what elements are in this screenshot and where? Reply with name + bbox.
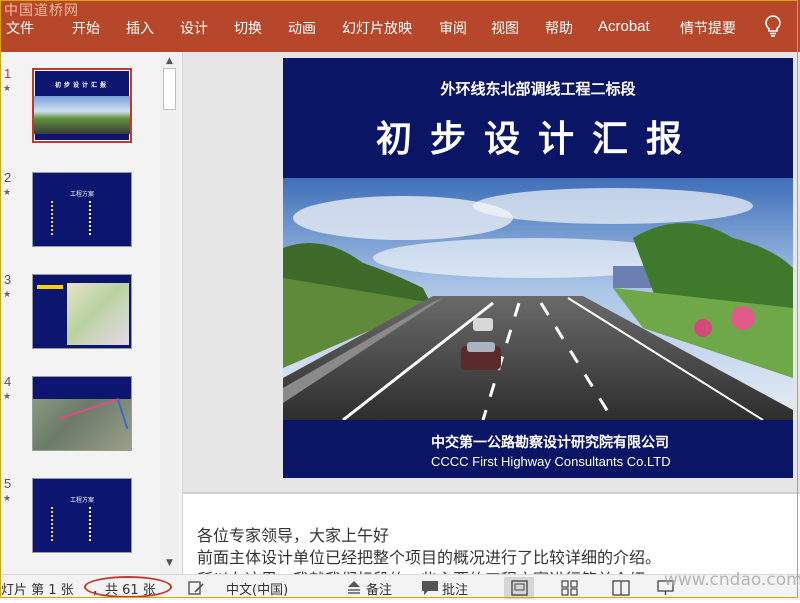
thumbnail-item[interactable]: 1 ★ 初步设计汇报 [0,66,160,148]
thumbnail-list-decor [89,507,121,541]
animation-star-icon: ★ [3,494,12,504]
animation-star-icon: ★ [3,84,12,94]
slide-thumbnail-pane: 1 ★ 初步设计汇报 2 ★ 工程方案 3 ★ 4 ★ 5 ★ 工程方案 ▲ ▼ [0,52,183,574]
comments-icon[interactable] [420,578,440,598]
tab-review[interactable]: 审阅 [439,18,467,38]
thumbnail-bar [37,285,63,289]
thumbnail-number: 2 [4,170,12,185]
animation-star-icon: ★ [3,392,12,402]
slide-thumbnail[interactable] [32,376,132,451]
watermark-top: 中国道桥网 [4,3,79,19]
slide-thumbnail[interactable]: 工程方案 [32,478,132,553]
note-line[interactable]: 各位专家领导，大家上午好 [197,522,389,546]
current-slide[interactable]: 外环线东北部调线工程二标段 初步设计汇报 中交第一公路勘察设计研究院有限公司 C… [283,58,793,478]
tab-animations[interactable]: 动画 [288,18,316,38]
lightbulb-icon[interactable] [762,14,784,38]
thumbnail-title: 初步设计汇报 [54,82,109,89]
slide-thumbnail[interactable] [32,274,132,349]
slide-header: 外环线东北部调线工程二标段 初步设计汇报 [283,58,793,178]
scrollbar-thumb[interactable] [163,68,176,110]
tab-transitions[interactable]: 切换 [234,18,262,38]
thumbnail-title: 工程方案 [69,191,94,198]
tab-home[interactable]: 开始 [72,18,100,38]
reading-view-icon [612,580,630,596]
slide-sorter-icon [561,580,578,596]
highway-photo[interactable] [283,178,793,420]
animation-star-icon: ★ [3,290,12,300]
thumbnail-number: 3 [4,272,12,287]
scroll-down-arrow-icon[interactable]: ▼ [162,556,177,570]
language-indicator[interactable]: 中文(中国) [226,579,288,598]
slide-indicator[interactable]: 幻灯片 第 1 张 [0,579,74,598]
tab-file[interactable]: 文件 [6,18,34,38]
thumbnail-item[interactable]: 5 ★ 工程方案 [0,476,160,558]
slide-count: ，共 61 张 [92,583,156,598]
note-line[interactable]: 所以在这里，我就我们标段的一些主要的工程方案进行简单介绍。 [197,566,661,574]
slide-title[interactable]: 初步设计汇报 [283,110,793,162]
thumbnail-title: 工程方案 [69,497,94,504]
normal-view-icon [511,580,528,596]
tab-help[interactable]: 帮助 [545,18,573,38]
thumbnail-item[interactable]: 3 ★ [0,272,160,354]
thumbnail-number: 4 [4,374,12,389]
slide-editing-area: 外环线东北部调线工程二标段 初步设计汇报 中交第一公路勘察设计研究院有限公司 C… [183,52,800,492]
tab-storyboarding[interactable]: 情节提要 [680,18,736,38]
thumbnail-scrollbar[interactable]: ▲ ▼ [160,52,179,574]
thumbnail-list-decor [51,507,83,541]
thumbnail-photo [34,96,130,134]
slide-thumbnail[interactable]: 工程方案 [32,172,132,247]
normal-view-button[interactable] [504,577,534,599]
comments-button[interactable]: 批注 [442,579,468,598]
watermark-bottom: www.cndao.com [664,570,800,590]
ribbon-tab-bar: 中国道桥网 文件 开始 插入 设计 切换 动画 幻灯片放映 审阅 视图 帮助 A… [0,0,800,52]
tab-acrobat[interactable]: Acrobat [598,18,650,35]
notes-icon[interactable] [346,578,362,598]
thumbnail-number: 5 [4,476,12,491]
tab-slideshow[interactable]: 幻灯片放映 [342,18,412,38]
thumbnail-list-decor [89,201,121,235]
spellcheck-icon[interactable] [186,578,206,598]
slide-subtitle[interactable]: 外环线东北部调线工程二标段 [283,78,793,99]
scroll-up-arrow-icon[interactable]: ▲ [162,54,177,68]
slide-footer: 中交第一公路勘察设计研究院有限公司 CCCC First Highway Con… [283,420,793,478]
thumbnail-map [67,283,129,345]
note-line[interactable]: 前面主体设计单位已经把整个项目的概况进行了比较详细的介绍。 [197,544,661,568]
thumbnail-list-decor [51,201,83,235]
animation-star-icon: ★ [3,188,12,198]
tab-insert[interactable]: 插入 [126,18,154,38]
slide-thumbnail[interactable]: 初步设计汇报 [32,68,132,143]
slide-sorter-button[interactable] [554,577,584,599]
notes-button[interactable]: 备注 [366,579,392,598]
slide-organization-cn[interactable]: 中交第一公路勘察设计研究院有限公司 [431,432,669,452]
tab-design[interactable]: 设计 [180,18,208,38]
slide-organization-en[interactable]: CCCC First Highway Consultants Co.LTD [431,454,671,469]
reading-view-button[interactable] [606,577,636,599]
speaker-notes-pane[interactable]: 各位专家领导，大家上午好 前面主体设计单位已经把整个项目的概况进行了比较详细的介… [183,494,800,574]
thumbnail-item[interactable]: 2 ★ 工程方案 [0,170,160,252]
thumbnail-item[interactable]: 4 ★ [0,374,160,456]
thumbnail-number: 1 [4,66,12,81]
tab-view[interactable]: 视图 [491,18,519,38]
